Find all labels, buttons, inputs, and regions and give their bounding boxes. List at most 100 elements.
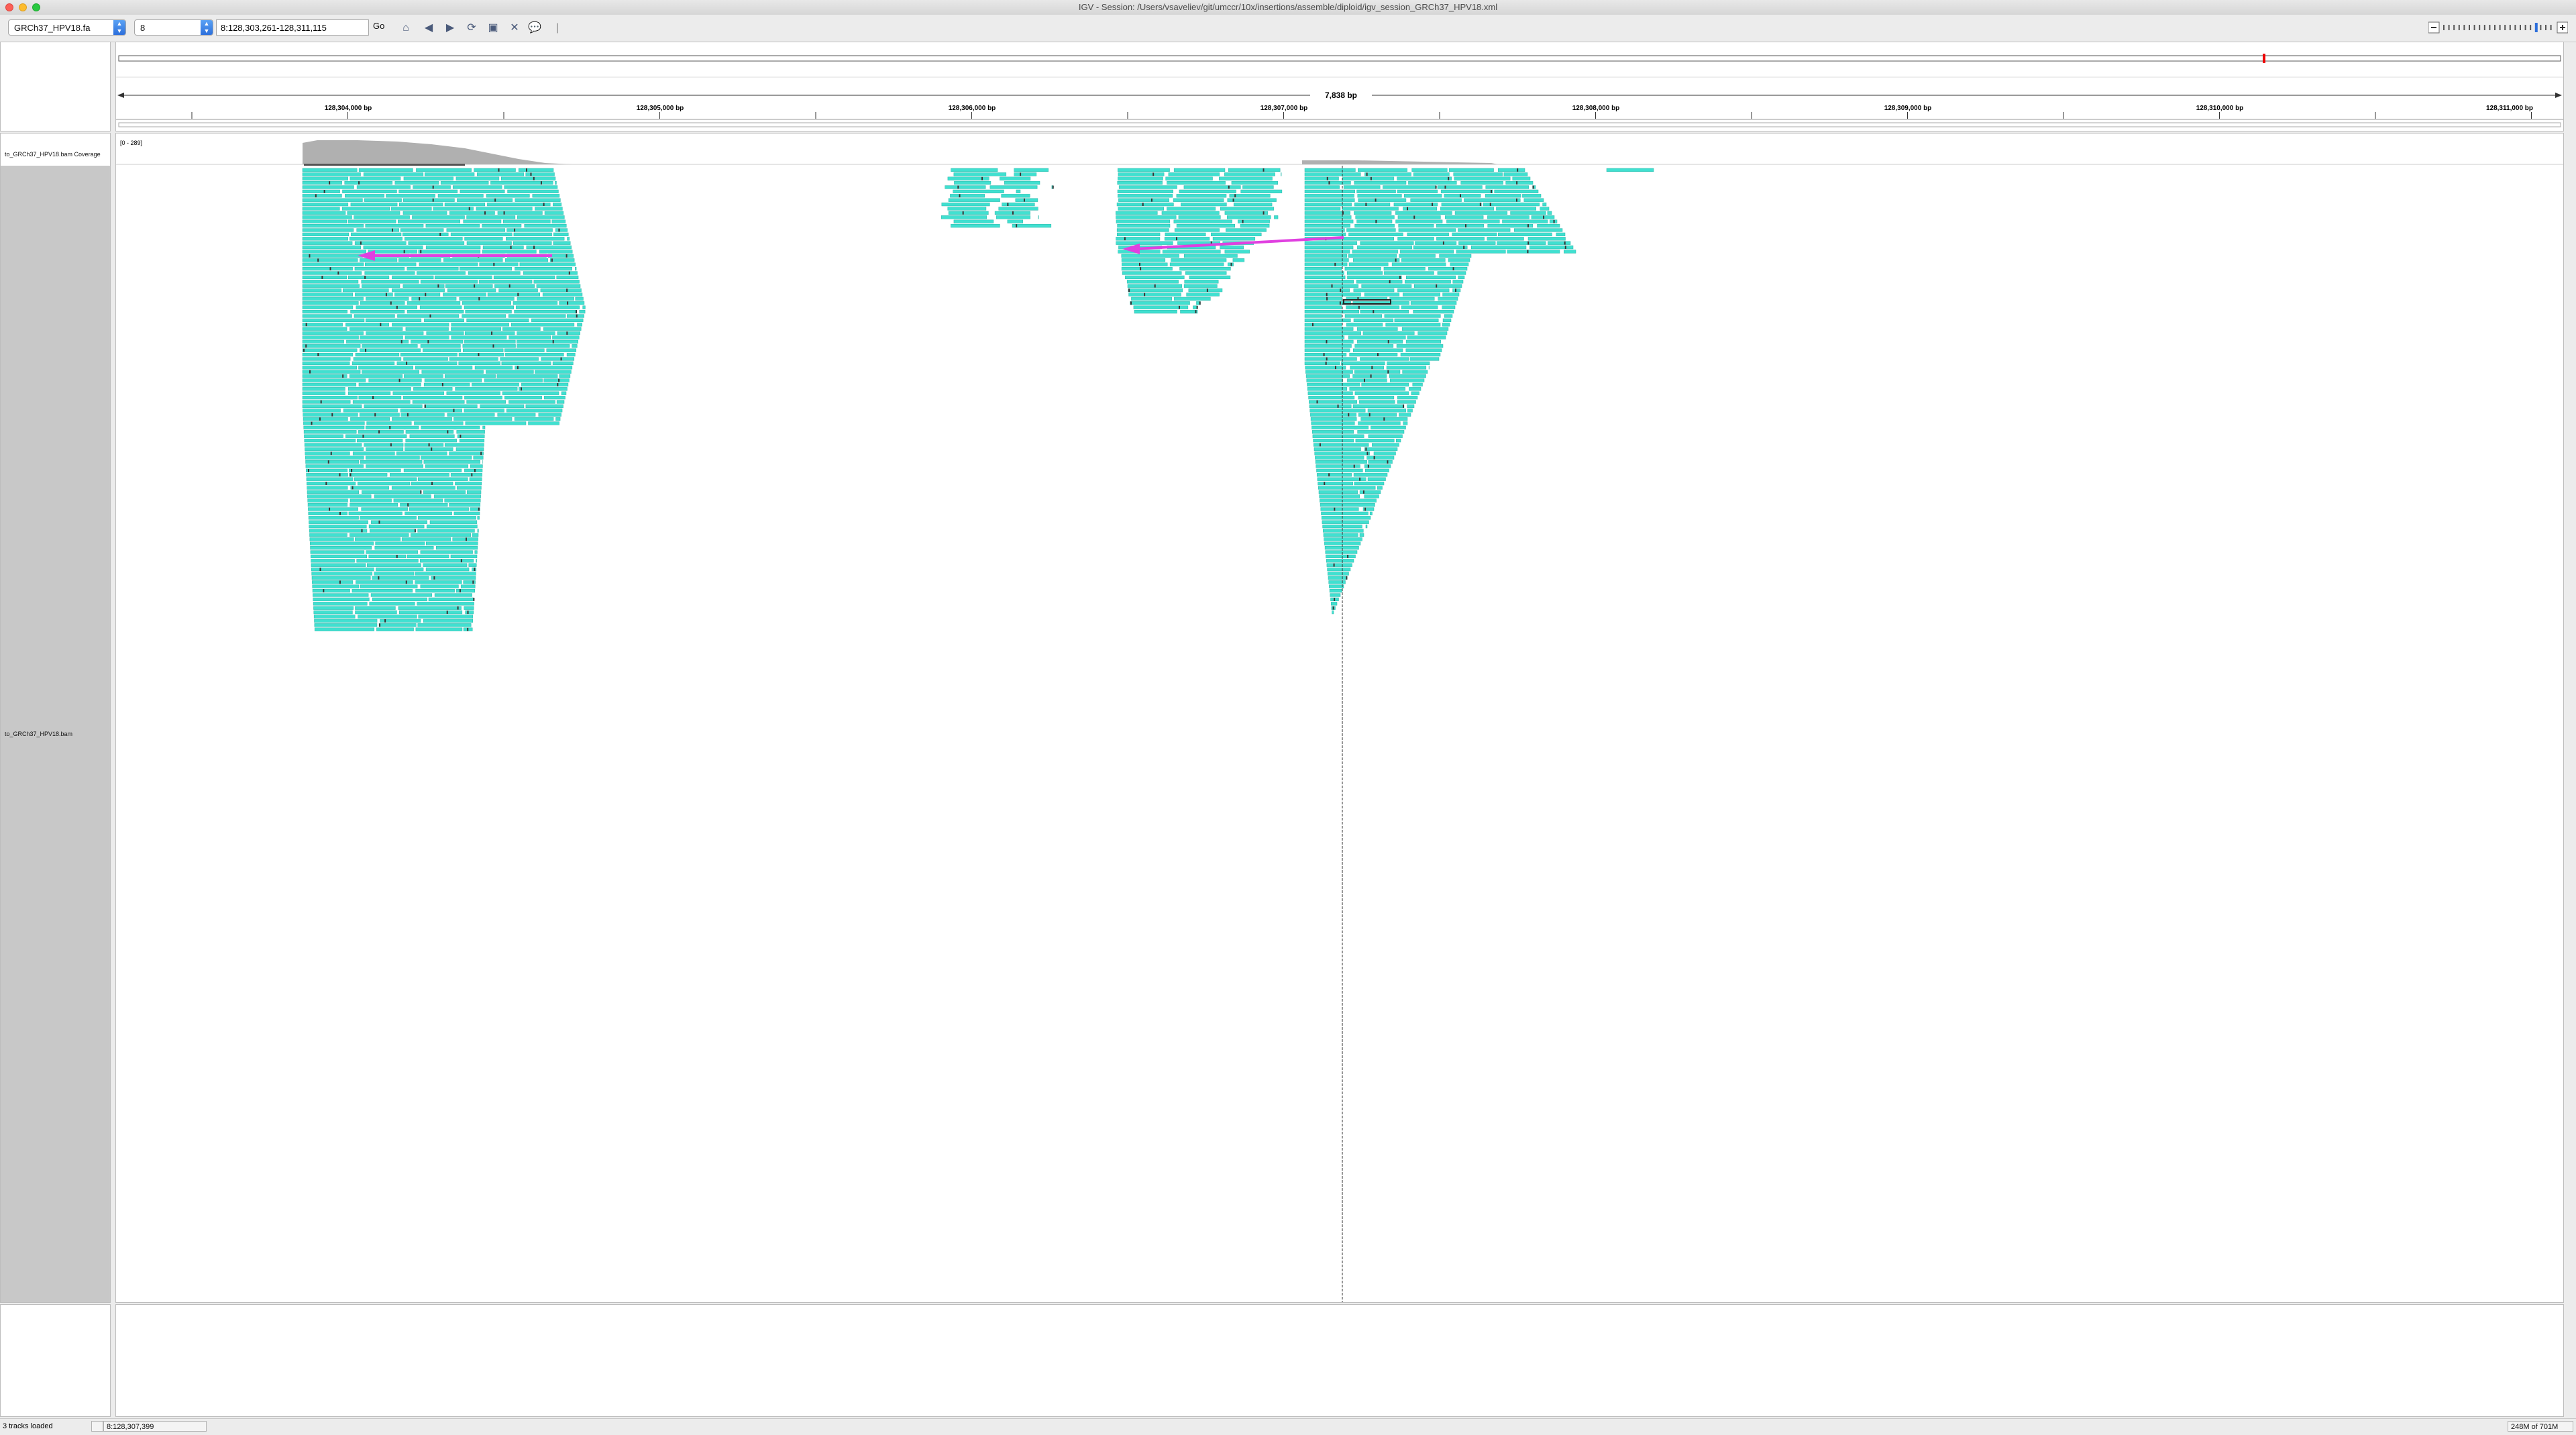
read[interactable] [1368, 460, 1393, 464]
read[interactable] [409, 242, 464, 245]
read[interactable] [1324, 533, 1358, 537]
read[interactable] [1122, 254, 1179, 258]
read[interactable] [1357, 246, 1411, 249]
read[interactable] [500, 358, 539, 361]
read[interactable] [507, 229, 553, 232]
read[interactable] [376, 542, 425, 545]
read[interactable] [1305, 263, 1347, 266]
read[interactable] [1488, 224, 1533, 227]
read[interactable] [434, 494, 480, 498]
read[interactable] [309, 516, 358, 519]
read[interactable] [392, 323, 449, 326]
read[interactable] [1415, 242, 1456, 245]
zoom-tick[interactable] [2535, 23, 2538, 32]
read[interactable] [1450, 263, 1468, 266]
read[interactable] [413, 401, 464, 404]
read[interactable] [553, 203, 561, 206]
read[interactable] [354, 315, 394, 318]
read[interactable] [303, 177, 348, 180]
read[interactable] [1169, 172, 1220, 176]
read[interactable] [1118, 172, 1164, 176]
read[interactable] [312, 580, 353, 584]
read[interactable] [407, 555, 449, 558]
read[interactable] [1118, 207, 1164, 211]
read[interactable] [1418, 331, 1447, 335]
read[interactable] [1440, 207, 1493, 211]
read[interactable] [1395, 319, 1438, 322]
read[interactable] [362, 284, 400, 288]
read[interactable] [1404, 194, 1442, 197]
read[interactable] [425, 172, 474, 176]
locus-input[interactable]: 8:128,303,261-128,311,115 [216, 19, 369, 36]
read[interactable] [1445, 215, 1483, 219]
read[interactable] [1359, 401, 1395, 404]
read[interactable] [1358, 194, 1402, 197]
read[interactable] [445, 284, 492, 288]
read[interactable] [1438, 297, 1458, 301]
read[interactable] [303, 405, 362, 408]
read[interactable] [1522, 194, 1541, 197]
read[interactable] [1187, 293, 1220, 297]
read[interactable] [1305, 336, 1344, 339]
read[interactable] [1116, 242, 1173, 245]
go-button[interactable]: Go [373, 21, 384, 31]
read[interactable] [1374, 451, 1395, 455]
read[interactable] [545, 211, 564, 215]
read[interactable] [416, 589, 455, 592]
read[interactable] [1368, 478, 1385, 481]
read[interactable] [413, 186, 451, 189]
read[interactable] [343, 288, 388, 292]
read[interactable] [467, 215, 515, 219]
read[interactable] [1305, 254, 1347, 258]
read[interactable] [418, 516, 476, 519]
read[interactable] [1399, 229, 1456, 232]
read[interactable] [1220, 246, 1244, 249]
read[interactable] [1014, 172, 1036, 176]
read[interactable] [390, 473, 449, 476]
read[interactable] [1454, 172, 1503, 176]
read[interactable] [1411, 199, 1462, 202]
read[interactable] [559, 301, 584, 305]
read[interactable] [353, 401, 410, 404]
read[interactable] [1383, 186, 1436, 189]
read[interactable] [1274, 215, 1278, 219]
read[interactable] [407, 301, 460, 305]
read[interactable] [1180, 310, 1197, 313]
read[interactable] [1174, 220, 1232, 223]
read[interactable] [1004, 181, 1040, 184]
read[interactable] [1328, 568, 1350, 571]
read[interactable] [1607, 168, 1654, 172]
read[interactable] [1362, 284, 1411, 288]
read[interactable] [517, 344, 570, 348]
read[interactable] [506, 237, 564, 240]
read[interactable] [476, 207, 532, 211]
read[interactable] [303, 181, 342, 184]
read[interactable] [1181, 203, 1226, 206]
read[interactable] [1348, 276, 1402, 279]
read[interactable] [358, 366, 413, 369]
read[interactable] [1313, 443, 1368, 447]
read[interactable] [1331, 602, 1337, 605]
read[interactable] [1225, 250, 1250, 254]
read[interactable] [1387, 366, 1426, 369]
read[interactable] [366, 331, 423, 335]
read[interactable] [412, 297, 456, 301]
read[interactable] [1352, 250, 1398, 254]
read[interactable] [1372, 443, 1399, 447]
read[interactable] [364, 246, 423, 249]
read[interactable] [307, 486, 348, 490]
read[interactable] [1485, 194, 1521, 197]
read[interactable] [534, 280, 580, 283]
read[interactable] [1305, 340, 1353, 343]
read[interactable] [303, 168, 357, 172]
read[interactable] [426, 568, 469, 571]
read[interactable] [352, 362, 394, 365]
read[interactable] [1349, 263, 1388, 266]
read[interactable] [483, 246, 523, 249]
read[interactable] [1012, 224, 1051, 227]
read[interactable] [455, 482, 481, 485]
read[interactable] [465, 331, 515, 335]
read[interactable] [1364, 494, 1379, 498]
read[interactable] [303, 344, 360, 348]
read[interactable] [1398, 215, 1440, 219]
